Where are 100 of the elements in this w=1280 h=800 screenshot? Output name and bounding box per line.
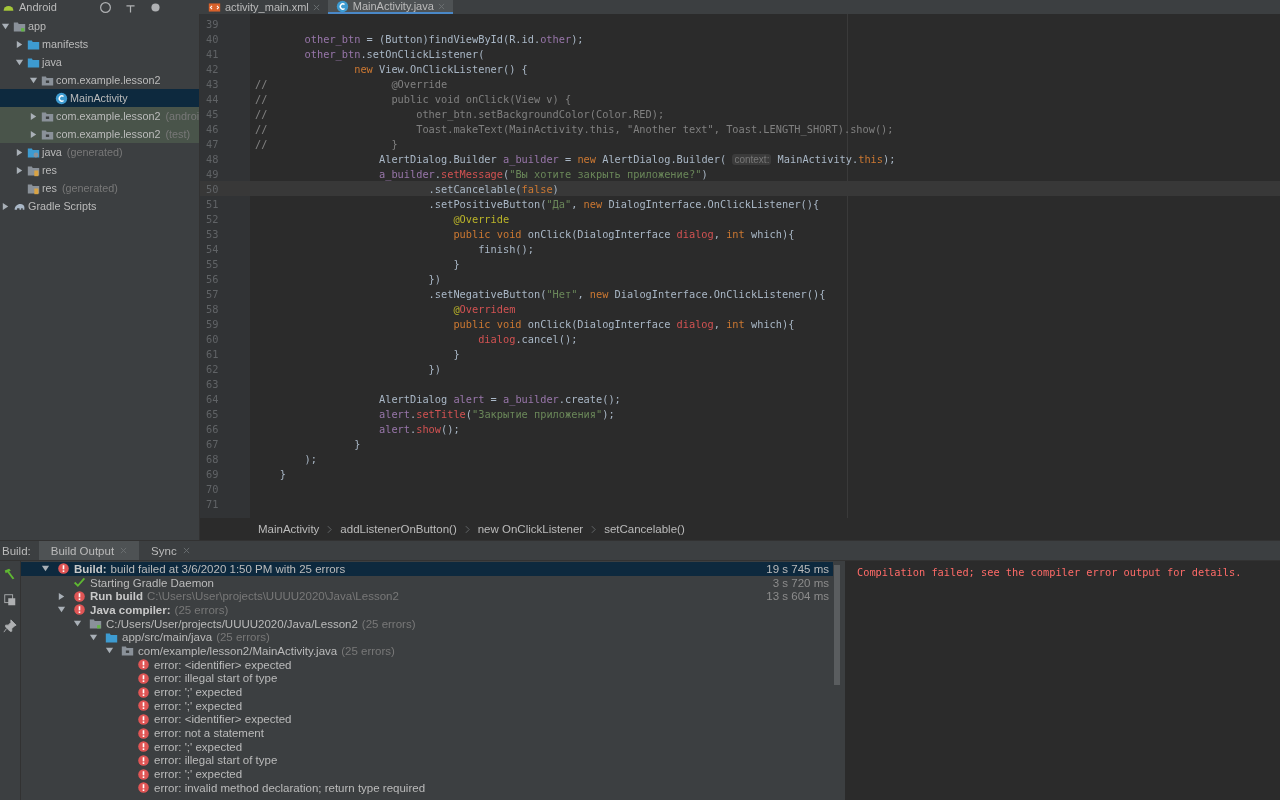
code-line: ); (303, 452, 317, 465)
code-line: finish(); (477, 242, 534, 255)
error-icon (137, 767, 150, 781)
code-line: other_btn.setOnClickListener( (303, 47, 485, 60)
build-tree-row[interactable]: error: illegal start of type (21, 671, 833, 686)
xml-file-icon (208, 0, 221, 14)
tree-item[interactable]: java (0, 53, 199, 71)
tree-item[interactable]: res (generated) (0, 179, 199, 197)
expand-arrow-icon[interactable] (89, 632, 98, 642)
error-icon (137, 699, 150, 713)
collapse-arrow-icon[interactable] (15, 147, 24, 157)
error-icon (137, 753, 150, 767)
code-line: }) (427, 272, 441, 285)
expand-arrow-icon[interactable] (29, 75, 38, 85)
package-folder-icon (121, 644, 134, 658)
tree-item[interactable]: app (0, 17, 199, 35)
code-line: alert.setTitle("Закрытие приложения"); (378, 407, 615, 420)
build-tree-row[interactable]: Build: build failed at 3/6/2020 1:50 PM with 25 errors 19 s 745 ms (21, 562, 833, 576)
build-tree-row[interactable]: error: illegal start of type (21, 753, 833, 768)
tree-item[interactable]: MainActivity (0, 89, 199, 107)
expand-arrow-icon[interactable] (57, 605, 66, 615)
resource-folder-icon (27, 163, 40, 177)
code-line: a_builder.setMessage("Вы хотите закрыть приложение?") (378, 167, 708, 180)
panel-tab[interactable]: Sync (139, 541, 202, 560)
chevron-icon (464, 524, 470, 534)
generated-folder-icon (27, 145, 40, 159)
error-icon (137, 726, 150, 740)
build-tree-row[interactable]: error: ';' expected (21, 698, 833, 713)
class-icon (55, 91, 68, 105)
code-line: // public void onClick(View v) { (255, 92, 572, 105)
tree-item[interactable]: res (0, 161, 199, 179)
code-line: other_btn = (Button)findViewById(R.id.other); (303, 32, 584, 45)
build-tree-row[interactable]: error: ';' expected (21, 739, 833, 754)
expand-arrow-icon[interactable] (15, 57, 24, 67)
tree-item[interactable]: Gradle Scripts (0, 197, 199, 215)
code-line: .setPositiveButton("Да", new DialogInterface.OnClickListener(){ (427, 197, 820, 210)
view-mode-dropdown[interactable]: Android (19, 1, 57, 13)
expand-arrow-icon[interactable] (41, 564, 50, 574)
hammer-icon[interactable] (3, 567, 17, 581)
editor-tab[interactable]: activity_main.xml (200, 0, 328, 14)
tree-item[interactable]: com.example.lesson2 (0, 71, 199, 89)
chevron-icon (591, 524, 597, 534)
breadcrumb[interactable]: new OnClickListener (477, 523, 584, 536)
code-line: alert.show(); (378, 422, 460, 435)
expand-arrow-icon[interactable] (1, 21, 10, 31)
code-line: dialog.cancel(); (477, 332, 578, 345)
folder-icon (105, 630, 118, 644)
code-line: // other_btn.setBackgroundColor(Color.RED); (255, 107, 665, 120)
tree-item[interactable]: manifests (0, 35, 199, 53)
resource-folder-icon (27, 181, 40, 195)
code-line: @Overridem (452, 302, 516, 315)
error-icon (57, 562, 70, 576)
editor-tab[interactable]: MainActivity.java (327, 0, 453, 14)
class-icon (335, 0, 349, 13)
code-line: public void onClick(DialogInterface dialog, int which){ (452, 317, 795, 330)
code-line: } (353, 437, 361, 450)
build-tree-row[interactable]: error: <identifier> expected (21, 712, 833, 727)
breadcrumb[interactable]: addListenerOnButton() (340, 523, 457, 536)
build-tree-row[interactable]: Starting Gradle Daemon 3 s 720 ms (21, 575, 833, 590)
folder-icon (27, 37, 40, 51)
code-line: public void onClick(DialogInterface dialog, int which){ (452, 227, 795, 240)
collapse-arrow-icon[interactable] (15, 39, 24, 49)
build-tree-row[interactable]: Run build C:\Users\User\projects\UUUU2020\Java\Lesson2 13 s 604 ms (21, 589, 833, 604)
expand-arrow-icon[interactable] (73, 619, 82, 629)
collapse-arrow-icon[interactable] (29, 111, 38, 121)
code-line: // @Override (255, 77, 448, 90)
build-tree-row[interactable]: error: invalid method declaration; return type required (21, 781, 833, 795)
window-icon[interactable] (3, 593, 17, 607)
code-line: } (452, 257, 460, 270)
panel-label: Build: (1, 544, 32, 557)
code-line: // Toast.makeText(MainActivity.this, "Another text", Toast.LENGTH_SHORT).show(); (255, 122, 894, 135)
build-tree-row[interactable]: error: ';' expected (21, 685, 833, 699)
build-tree-row[interactable]: error: not a statement (21, 726, 833, 740)
code-line: AlertDialog alert = a_builder.create(); (378, 392, 621, 405)
build-tree-row[interactable]: Java compiler: (25 errors) (21, 603, 833, 617)
pin-icon[interactable] (3, 619, 17, 633)
collapse-arrow-icon[interactable] (57, 591, 66, 601)
breadcrumb[interactable]: MainActivity (258, 523, 320, 536)
code-line: .setCancelable(false) (427, 182, 559, 195)
error-icon (137, 740, 150, 754)
collapse-arrow-icon[interactable] (1, 201, 10, 211)
error-icon (137, 671, 150, 685)
error-icon (137, 658, 150, 672)
build-tree-row[interactable]: app/src/main/java (25 errors) (21, 630, 833, 645)
collapse-arrow-icon[interactable] (29, 129, 38, 139)
code-line: } (278, 467, 286, 480)
breadcrumb[interactable]: setCancelable() (604, 523, 685, 536)
code-line: }) (427, 362, 441, 375)
folder-icon (27, 55, 40, 69)
build-tree-row[interactable]: error: ';' expected (21, 767, 833, 781)
checkmark-icon (73, 576, 86, 590)
panel-tab[interactable]: Build Output (38, 541, 140, 560)
build-tree-row[interactable]: error: <identifier> expected (21, 657, 833, 672)
tree-item[interactable]: java (generated) (0, 143, 199, 161)
code-line: } (452, 347, 460, 360)
collapse-arrow-icon[interactable] (15, 165, 24, 175)
build-tree-row[interactable]: C:/Users/User/projects/UUUU2020/Java/Lesson2 (25 errors) (21, 616, 833, 631)
error-icon (73, 589, 86, 603)
expand-arrow-icon[interactable] (105, 646, 114, 656)
build-tree-row[interactable]: com/example/lesson2/MainActivity.java (25 errors) (21, 644, 833, 658)
